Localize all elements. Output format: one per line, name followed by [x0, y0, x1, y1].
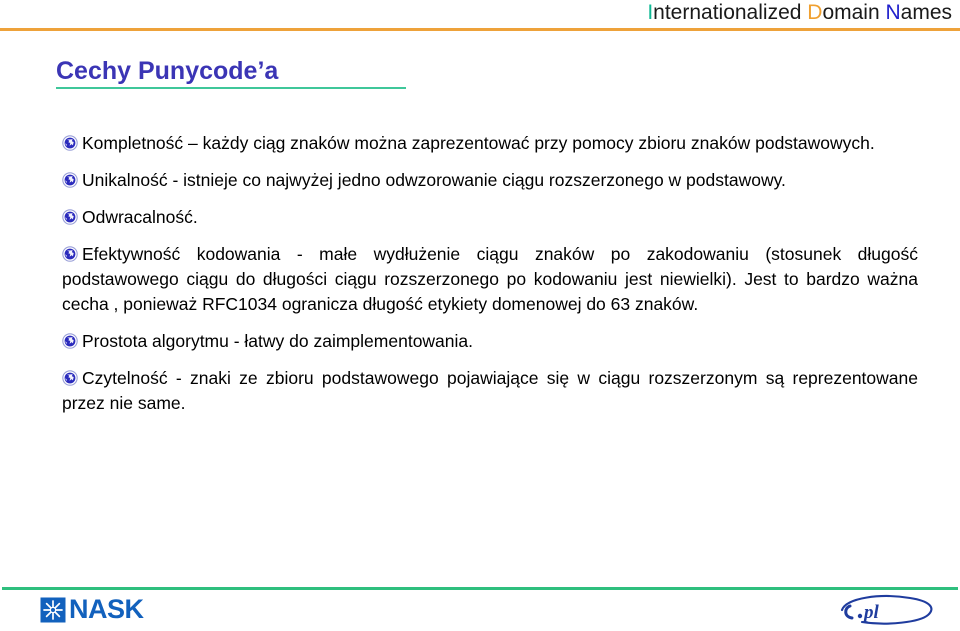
bullet-item: Efektywność kodowania - małe wydłużenie …: [62, 242, 918, 317]
nask-wordmark: NASK: [69, 594, 144, 624]
title-text-internationalized: nternationalized: [653, 1, 808, 24]
slide-body: Kompletność – każdy ciąg znaków można za…: [62, 131, 918, 416]
globe-icon: [62, 172, 78, 188]
title-underline: [56, 87, 406, 89]
globe-icon: [62, 135, 78, 151]
slide-title-block: Cechy Punycode’a: [56, 56, 476, 89]
footer-divider: [2, 587, 958, 590]
bullet-text: Efektywność kodowania - małe wydłużenie …: [62, 244, 918, 314]
title-text-domain: omain: [822, 1, 886, 24]
header-divider: [0, 28, 960, 31]
svg-text:pl: pl: [862, 602, 880, 623]
title-cap-d: D: [807, 1, 823, 24]
title-text-names: ames: [900, 1, 952, 24]
bullet-text: Czytelność - znaki ze zbioru podstawoweg…: [62, 368, 918, 413]
bullet-text: Kompletność – każdy ciąg znaków można za…: [82, 133, 875, 153]
bullet-text: Unikalność - istnieje co najwyżej jedno …: [82, 170, 786, 190]
bullet-item: Kompletność – każdy ciąg znaków można za…: [62, 131, 918, 156]
page-title: Cechy Punycode’a: [56, 57, 279, 85]
globe-icon: [62, 246, 78, 262]
globe-icon: [62, 209, 78, 225]
bullet-item: Czytelność - znaki ze zbioru podstawoweg…: [62, 366, 918, 416]
dot-pl-swoosh-icon: pl: [840, 595, 933, 625]
bullet-item: Odwracalność.: [62, 205, 918, 230]
title-cap-n: N: [885, 1, 901, 24]
globe-icon: [62, 333, 78, 349]
nask-snowflake-icon: [40, 597, 66, 623]
dot-pl-logo: pl: [836, 592, 942, 628]
slide-header: Internationalized Domain Names: [0, 0, 960, 34]
presentation-title: Internationalized Domain Names: [647, 1, 952, 25]
bullet-text: Odwracalność.: [82, 207, 198, 227]
bullet-item: Unikalność - istnieje co najwyżej jedno …: [62, 168, 918, 193]
nask-logo: NASK: [40, 596, 144, 623]
bullet-text: Prostota algorytmu - łatwy do zaimplemen…: [82, 331, 474, 351]
globe-icon: [62, 370, 78, 386]
bullet-item: Prostota algorytmu - łatwy do zaimplemen…: [62, 329, 918, 354]
